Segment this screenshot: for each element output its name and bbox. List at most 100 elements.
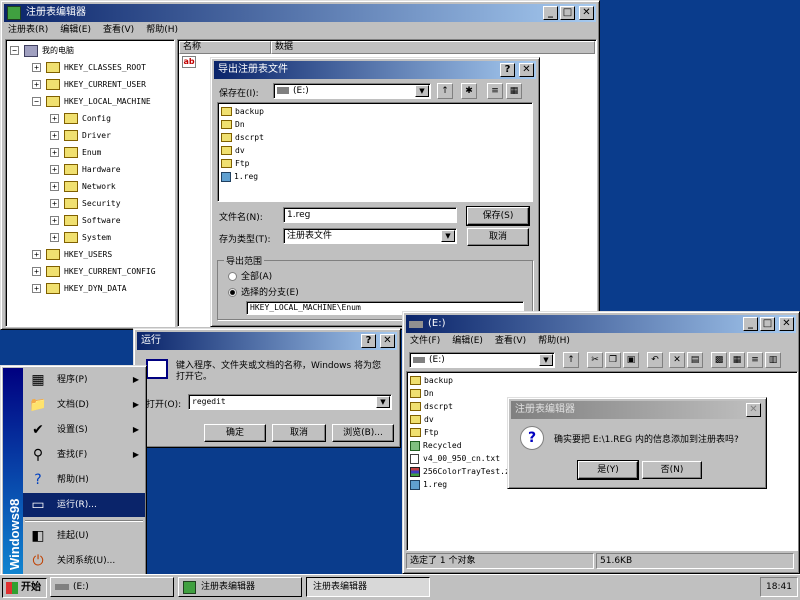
address-combo[interactable]: (E:) ▼ bbox=[409, 352, 555, 368]
expand-icon[interactable]: + bbox=[32, 80, 41, 89]
list-item[interactable]: Dn bbox=[410, 387, 434, 400]
tree-item[interactable]: + HKEY_CURRENT_USER bbox=[32, 76, 146, 93]
export-dialog-titlebar[interactable]: 导出注册表文件 ? ✕ bbox=[214, 61, 536, 79]
list-view-icon[interactable]: ≡ bbox=[747, 352, 763, 368]
list-item[interactable]: Ftp bbox=[410, 426, 438, 439]
list-item[interactable]: v4_00_950_cn.txt bbox=[410, 452, 500, 465]
paste-icon[interactable]: ▣ bbox=[623, 352, 639, 368]
new-folder-icon[interactable]: ✱ bbox=[461, 83, 477, 99]
browse-button[interactable]: 浏览(B)... bbox=[332, 424, 394, 442]
expand-icon[interactable]: + bbox=[32, 267, 41, 276]
export-file-list[interactable]: backup Dn dscrpt dv Ftp 1.reg bbox=[217, 102, 533, 202]
ok-button[interactable]: 确定 bbox=[204, 424, 266, 442]
save-button[interactable]: 保存(S) bbox=[466, 206, 530, 226]
list-view-icon[interactable]: ≡ bbox=[487, 83, 503, 99]
taskbar-button-explorer[interactable]: (E:) bbox=[50, 577, 174, 597]
list-item[interactable]: Dn bbox=[221, 118, 245, 131]
menu-edit[interactable]: 编辑(E) bbox=[452, 333, 483, 349]
tree-item[interactable]: + HKEY_USERS bbox=[32, 246, 112, 263]
list-item[interactable]: dscrpt bbox=[221, 131, 264, 144]
list-item[interactable]: 256ColorTrayTest.zi bbox=[410, 465, 515, 478]
start-button[interactable]: 开始 bbox=[2, 578, 47, 598]
minimize-button[interactable]: _ bbox=[743, 317, 758, 331]
cancel-button[interactable]: 取消 bbox=[272, 424, 326, 442]
cancel-button[interactable]: 取消 bbox=[467, 228, 529, 246]
expand-icon[interactable]: + bbox=[50, 216, 59, 225]
menu-edit[interactable]: 编辑(E) bbox=[60, 22, 91, 38]
delete-icon[interactable]: ✕ bbox=[669, 352, 685, 368]
run-command-input[interactable]: regedit ▼ bbox=[188, 394, 392, 410]
string-value-icon[interactable]: ab bbox=[182, 56, 196, 68]
close-button[interactable]: ✕ bbox=[380, 334, 395, 348]
collapse-icon[interactable]: − bbox=[32, 97, 41, 106]
chevron-down-icon[interactable]: ▼ bbox=[415, 85, 429, 97]
start-menu-run[interactable]: ▭ 运行(R)... bbox=[23, 493, 145, 517]
explorer-titlebar[interactable]: (E:) _ □ ✕ bbox=[406, 315, 796, 333]
expand-icon[interactable]: + bbox=[50, 114, 59, 123]
start-menu-suspend[interactable]: ◧ 挂起(U) bbox=[23, 524, 145, 548]
tree-item[interactable]: + Security bbox=[50, 195, 121, 212]
expand-icon[interactable]: + bbox=[50, 182, 59, 191]
no-button[interactable]: 否(N) bbox=[642, 461, 702, 479]
small-icons-view-icon[interactable]: ▦ bbox=[729, 352, 745, 368]
expand-icon[interactable]: + bbox=[50, 199, 59, 208]
column-header-name[interactable]: 名称 bbox=[179, 41, 271, 54]
filetype-combo[interactable]: 注册表文件 ▼ bbox=[283, 228, 457, 244]
tree-item[interactable]: + HKEY_CLASSES_ROOT bbox=[32, 59, 146, 76]
chevron-down-icon[interactable]: ▼ bbox=[376, 396, 390, 408]
start-menu-documents[interactable]: 📁 文档(D) ▶ bbox=[23, 393, 145, 417]
list-item[interactable]: 1.reg bbox=[410, 478, 447, 491]
list-item[interactable]: dv bbox=[221, 144, 245, 157]
start-menu-shutdown[interactable]: ⏻ 关闭系统(U)... bbox=[23, 549, 145, 573]
close-button[interactable]: ✕ bbox=[519, 63, 534, 77]
start-menu-settings[interactable]: ✔ 设置(S) ▶ bbox=[23, 418, 145, 442]
properties-icon[interactable]: ▤ bbox=[687, 352, 703, 368]
maximize-button[interactable]: □ bbox=[760, 317, 775, 331]
list-item[interactable]: 1.reg bbox=[221, 170, 258, 183]
tree-item[interactable]: + Hardware bbox=[50, 161, 121, 178]
help-button[interactable]: ? bbox=[361, 334, 376, 348]
menu-registry[interactable]: 注册表(R) bbox=[8, 22, 48, 38]
expand-icon[interactable]: + bbox=[50, 165, 59, 174]
start-menu-programs[interactable]: ▦ 程序(P) ▶ bbox=[23, 368, 145, 392]
list-item[interactable]: Recycled bbox=[410, 439, 462, 452]
tree-item[interactable]: + Driver bbox=[50, 127, 111, 144]
start-menu-find[interactable]: ⚲ 查找(F) ▶ bbox=[23, 443, 145, 467]
list-item[interactable]: backup bbox=[410, 374, 453, 387]
expand-icon[interactable]: + bbox=[50, 148, 59, 157]
large-icons-view-icon[interactable]: ▩ bbox=[711, 352, 727, 368]
chevron-down-icon[interactable]: ▼ bbox=[441, 230, 455, 242]
menu-help[interactable]: 帮助(H) bbox=[538, 333, 570, 349]
close-button[interactable]: ✕ bbox=[746, 403, 761, 417]
up-folder-icon[interactable]: ↑ bbox=[563, 352, 579, 368]
collapse-icon[interactable]: − bbox=[10, 46, 19, 55]
menu-file[interactable]: 文件(F) bbox=[410, 333, 440, 349]
taskbar-button-regedit-2[interactable]: 注册表编辑器 bbox=[306, 577, 430, 597]
maximize-button[interactable]: □ bbox=[560, 6, 575, 20]
chevron-down-icon[interactable]: ▼ bbox=[539, 354, 553, 366]
start-menu-help[interactable]: ? 帮助(H) bbox=[23, 468, 145, 492]
list-item[interactable]: backup bbox=[221, 105, 264, 118]
tree-item[interactable]: + Network bbox=[50, 178, 116, 195]
tree-item[interactable]: + Software bbox=[50, 212, 121, 229]
list-item[interactable]: dv bbox=[410, 413, 434, 426]
menu-help[interactable]: 帮助(H) bbox=[146, 22, 178, 38]
taskbar-button-regedit-1[interactable]: 注册表编辑器 bbox=[178, 577, 302, 597]
yes-button[interactable]: 是(Y) bbox=[577, 460, 639, 480]
tree-root[interactable]: − 我的电脑 bbox=[10, 42, 74, 59]
confirm-dialog-titlebar[interactable]: 注册表编辑器 ✕ bbox=[511, 401, 763, 419]
minimize-button[interactable]: _ bbox=[543, 6, 558, 20]
close-button[interactable]: ✕ bbox=[779, 317, 794, 331]
range-all-radio[interactable]: 全部(A) bbox=[228, 269, 272, 282]
tree-item[interactable]: − HKEY_LOCAL_MACHINE bbox=[32, 93, 151, 110]
expand-icon[interactable]: + bbox=[50, 233, 59, 242]
details-view-icon[interactable]: ▥ bbox=[765, 352, 781, 368]
details-view-icon[interactable]: ▦ bbox=[506, 83, 522, 99]
column-header-data[interactable]: 数据 bbox=[271, 41, 595, 54]
list-item[interactable]: Ftp bbox=[221, 157, 249, 170]
expand-icon[interactable]: + bbox=[32, 250, 41, 259]
expand-icon[interactable]: + bbox=[32, 284, 41, 293]
undo-icon[interactable]: ↶ bbox=[647, 352, 663, 368]
filename-input[interactable]: 1.reg bbox=[283, 207, 457, 223]
tree-item-selected[interactable]: + Enum bbox=[50, 144, 101, 161]
